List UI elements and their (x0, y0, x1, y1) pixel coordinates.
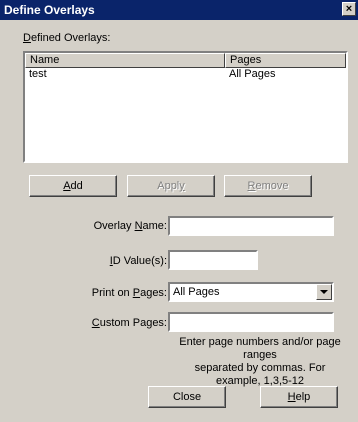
custom-pages-input[interactable] (168, 312, 334, 332)
print-on-pages-label: Print on Pages: (91, 287, 167, 299)
id-values-label: ID Value(s): (109, 255, 167, 267)
window-title: Define Overlays (4, 3, 95, 17)
overlays-list[interactable]: Name Pages test All Pages (23, 51, 348, 163)
custom-pages-hint: Enter page numbers and/or page ranges se… (175, 336, 345, 388)
apply-button[interactable]: Apply (127, 175, 215, 197)
column-header-pages[interactable]: Pages (225, 53, 346, 68)
overlay-name-input[interactable] (168, 216, 334, 236)
chevron-down-icon[interactable] (316, 284, 332, 300)
overlay-name-label: Overlay Name: (93, 220, 167, 232)
custom-pages-label: Custom Pages: (91, 317, 167, 329)
title-bar: Define Overlays × (0, 0, 358, 20)
remove-button[interactable]: Remove (224, 175, 312, 197)
hint-line-1: Enter page numbers and/or page ranges (179, 336, 341, 361)
close-icon[interactable]: × (342, 2, 356, 16)
print-on-pages-value: All Pages (173, 286, 220, 298)
list-header: Name Pages (25, 53, 346, 68)
column-header-name[interactable]: Name (25, 53, 225, 68)
close-button[interactable]: Close (148, 386, 226, 408)
hint-line-2: separated by commas. For example, 1,3,5-… (194, 362, 326, 387)
add-button[interactable]: Add (29, 175, 117, 197)
overlay-pages-cell: All Pages (229, 68, 276, 80)
help-button[interactable]: Help (260, 386, 338, 408)
list-item[interactable]: test All Pages (25, 68, 346, 81)
id-values-input[interactable] (168, 250, 258, 270)
defined-overlays-label: Defined Overlays: (23, 32, 111, 44)
overlay-name-cell: test (29, 68, 47, 80)
print-on-pages-select[interactable]: All Pages (168, 282, 334, 302)
